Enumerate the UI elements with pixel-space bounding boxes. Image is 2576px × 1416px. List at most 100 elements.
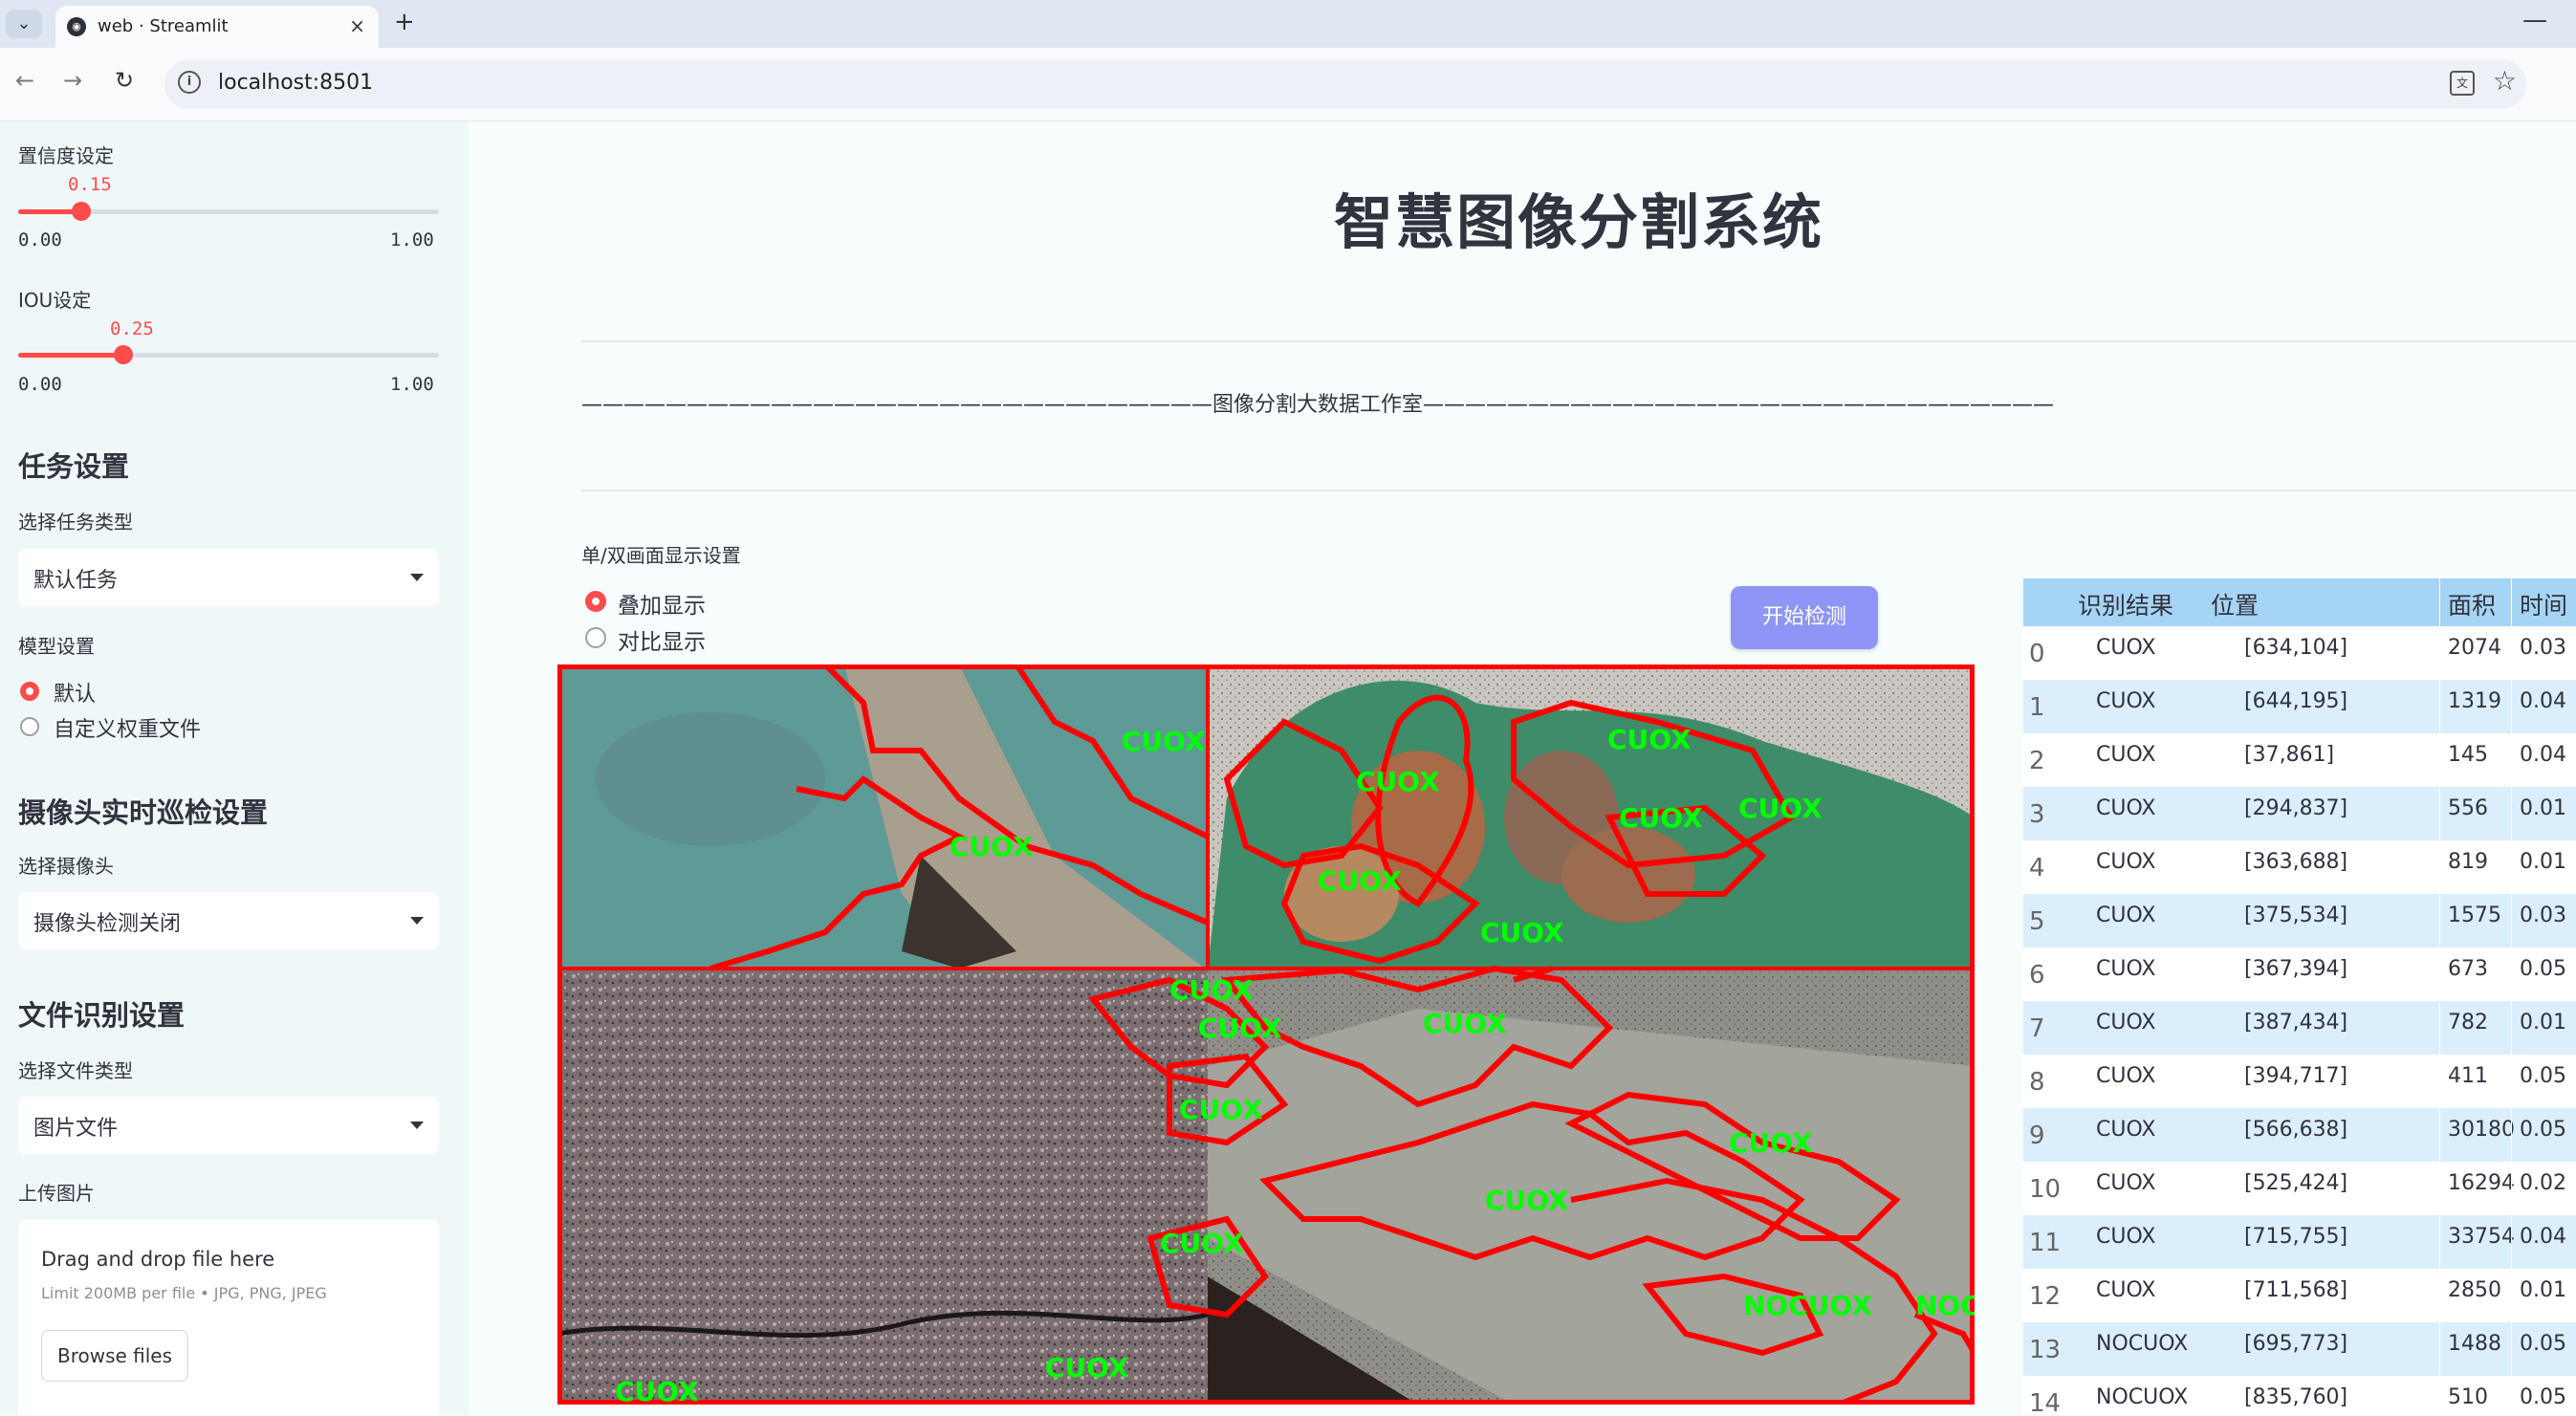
table-row[interactable]: 1 CUOX [644,195] 1319 0.04: [2023, 680, 2576, 733]
table-row[interactable]: 5 CUOX [375,534] 1575 0.03: [2023, 894, 2576, 948]
url-text[interactable]: localhost:8501: [218, 71, 373, 95]
confidence-label: 置信度设定: [18, 144, 114, 167]
table-row[interactable]: 8 CUOX [394,717] 411 0.05: [2023, 1055, 2576, 1108]
translate-icon[interactable]: 文: [2450, 71, 2475, 96]
confidence-min: 0.00: [18, 229, 62, 251]
table-row[interactable]: 9 CUOX [566,638] 30180 0.05: [2023, 1108, 2576, 1162]
table-row[interactable]: 4 CUOX [363,688] 819 0.01: [2023, 840, 2576, 894]
task-type-value: 默认任务: [33, 569, 119, 593]
column-header-time[interactable]: 时间: [2520, 587, 2567, 621]
cell-class: CUOX: [2096, 1225, 2156, 1249]
browse-files-button[interactable]: Browse files: [41, 1330, 188, 1382]
cell-time: 0.05: [2520, 1385, 2566, 1409]
cell-class: CUOX: [2096, 1011, 2156, 1035]
cell-area: 673: [2448, 957, 2488, 981]
cell-time: 0.01: [2520, 1278, 2566, 1302]
camera-section-heading: 摄像头实时巡检设置: [18, 796, 269, 829]
table-row[interactable]: 12 CUOX [711,568] 2850 0.01: [2023, 1269, 2576, 1322]
model-custom-label[interactable]: 自定义权重文件: [54, 712, 201, 743]
cell-position: [835,760]: [2244, 1385, 2348, 1409]
row-index: 11: [2029, 1229, 2062, 1257]
omnibox[interactable]: i localhost:8501 文 ☆: [164, 59, 2526, 109]
table-row[interactable]: 11 CUOX [715,755] 33754 0.04: [2023, 1215, 2576, 1269]
tab-close-icon[interactable]: ×: [349, 14, 365, 37]
bookmark-star-icon[interactable]: ☆: [2493, 65, 2517, 97]
cell-time: 0.05: [2520, 1064, 2566, 1088]
mask-label: NOCUOX: [1915, 1290, 1975, 1321]
confidence-slider[interactable]: [18, 202, 439, 221]
file-uploader-dropzone[interactable]: Drag and drop file here Limit 200MB per …: [18, 1219, 439, 1416]
mask-label: NOCUOX: [1743, 1290, 1872, 1321]
site-info-icon[interactable]: i: [178, 71, 201, 94]
model-default-radio[interactable]: [20, 682, 39, 701]
model-custom-radio[interactable]: [20, 717, 39, 736]
mask-label: CUOX: [1169, 974, 1254, 1006]
row-index: 2: [2029, 747, 2045, 775]
cell-area: 30180: [2448, 1118, 2515, 1142]
cell-position: [715,755]: [2244, 1225, 2348, 1249]
chevron-down-icon: [410, 917, 424, 925]
cell-area: 33754: [2448, 1225, 2515, 1249]
window-minimize-icon[interactable]: —: [2522, 6, 2547, 34]
table-row[interactable]: 2 CUOX [37,861] 145 0.04: [2023, 733, 2576, 787]
camera-label: 选择摄像头: [18, 855, 114, 878]
iou-label: IOU设定: [18, 289, 92, 312]
row-index: 5: [2029, 907, 2045, 936]
table-row[interactable]: 0 CUOX [634,104] 2074 0.03: [2023, 626, 2576, 680]
chevron-down-icon: [410, 1122, 424, 1129]
mask-label: CUOX: [1480, 917, 1564, 948]
mask-label: CUOX: [1485, 1185, 1569, 1216]
overlay-display-label[interactable]: 叠加显示: [618, 587, 706, 620]
mask-label: CUOX: [1619, 802, 1703, 834]
mask-label: CUOX: [1607, 724, 1692, 755]
confidence-slider-thumb[interactable]: [72, 202, 91, 221]
table-row[interactable]: 13 NOCUOX [695,773] 1488 0.05: [2023, 1322, 2576, 1376]
table-row[interactable]: 7 CUOX [387,434] 782 0.01: [2023, 1001, 2576, 1055]
file-type-label: 选择文件类型: [18, 1059, 133, 1082]
column-header-class[interactable]: 识别结果: [2078, 587, 2173, 621]
camera-select[interactable]: 摄像头检测关闭: [18, 892, 439, 949]
table-row[interactable]: 10 CUOX [525,424] 16294 0.02: [2023, 1162, 2576, 1215]
file-type-select[interactable]: 图片文件: [18, 1097, 439, 1154]
back-arrow-icon[interactable]: ←: [15, 67, 34, 94]
cell-class: CUOX: [2096, 1064, 2156, 1088]
compare-display-radio[interactable]: [585, 627, 606, 648]
cell-time: 0.04: [2520, 689, 2566, 713]
new-tab-icon[interactable]: +: [394, 8, 415, 36]
iou-slider-thumb[interactable]: [114, 345, 133, 364]
cell-time: 0.02: [2520, 1171, 2566, 1195]
cell-class: CUOX: [2096, 743, 2156, 767]
column-header-area[interactable]: 面积: [2448, 587, 2496, 621]
model-label: 模型设置: [18, 635, 95, 658]
results-table: 识别结果 位置 面积 时间 0 CUOX [634,104] 2074 0.03 1 CUO…: [2023, 578, 2576, 1415]
file-type-value: 图片文件: [33, 1117, 119, 1141]
table-row[interactable]: 3 CUOX [294,837] 556 0.01: [2023, 787, 2576, 840]
iou-slider[interactable]: [18, 345, 439, 364]
forward-arrow-icon[interactable]: →: [63, 67, 82, 94]
compare-display-label[interactable]: 对比显示: [618, 623, 706, 656]
cell-class: NOCUOX: [2096, 1385, 2189, 1409]
reload-icon[interactable]: ↻: [115, 67, 134, 94]
overlay-display-radio[interactable]: [585, 591, 606, 612]
cell-class: CUOX: [2096, 904, 2156, 927]
cell-position: [394,717]: [2244, 1064, 2348, 1088]
mask-label: CUOX: [1318, 865, 1402, 897]
cell-time: 0.05: [2520, 1332, 2566, 1356]
column-header-position[interactable]: 位置: [2211, 587, 2259, 621]
table-row[interactable]: 14 NOCUOX [835,760] 510 0.05: [2023, 1376, 2576, 1415]
page-title: 智慧图像分割系统: [1334, 187, 1824, 257]
divider: [581, 340, 2576, 342]
cell-time: 0.01: [2520, 796, 2566, 820]
table-row[interactable]: 6 CUOX [367,394] 673 0.05: [2023, 948, 2576, 1001]
start-detection-button[interactable]: 开始检测: [1731, 586, 1878, 649]
address-bar: ← → ↻ i localhost:8501 文 ☆: [0, 48, 2576, 121]
mask-label: CUOX: [1729, 1127, 1813, 1159]
cell-time: 0.05: [2520, 1118, 2566, 1142]
cell-area: 411: [2448, 1064, 2488, 1088]
task-type-select[interactable]: 默认任务: [18, 549, 439, 606]
row-index: 3: [2029, 800, 2045, 829]
cell-class: CUOX: [2096, 689, 2156, 713]
model-default-label[interactable]: 默认: [54, 677, 96, 708]
tab-search-chevron-icon[interactable]: ⌄: [6, 10, 42, 38]
browser-tab[interactable]: ◉ web · Streamlit ×: [55, 6, 379, 48]
